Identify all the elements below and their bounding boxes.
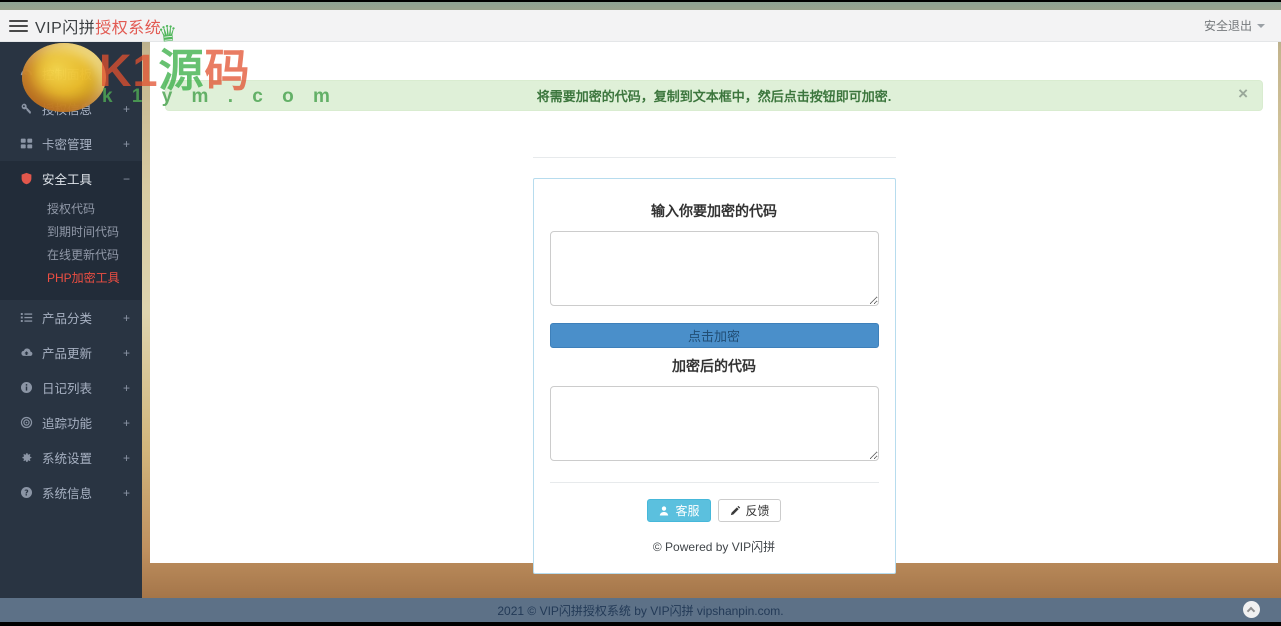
- alert-message: 将需要加密的代码，复制到文本框中，然后点击按钮即可加密.: [536, 89, 892, 104]
- sidebar-item-label: 产品更新: [42, 347, 93, 361]
- card-grid-icon: [19, 137, 33, 151]
- sidebar-item-tracking[interactable]: 追踪功能 +: [0, 405, 142, 440]
- panel-divider: [549, 482, 879, 483]
- output-section-title: 加密后的代码: [672, 358, 756, 374]
- key-icon: [19, 102, 33, 116]
- shield-icon: [19, 172, 33, 186]
- sidebar-item-label: 授权信息: [42, 103, 93, 117]
- powered-by-text: © Powered by VIP闪拼: [652, 540, 776, 554]
- sidebar-item-log-list[interactable]: 日记列表 +: [0, 370, 142, 405]
- sidebar-item-label: 产品分类: [42, 312, 93, 326]
- logout-dropdown[interactable]: 安全退出: [1204, 17, 1265, 34]
- info-circle-icon: [19, 381, 33, 395]
- svg-text:?: ?: [24, 488, 28, 497]
- footer-text: 2021 © VIP闪拼授权系统 by VIP闪拼 vipshanpin.com…: [497, 603, 784, 618]
- sidebar-item-label: 系统设置: [42, 452, 93, 466]
- sidebar-item-system-info[interactable]: ? 系统信息 +: [0, 475, 142, 510]
- footer-bar: 2021 © VIP闪拼授权系统 by VIP闪拼 vipshanpin.com…: [0, 598, 1281, 622]
- brand-primary: VIP闪拼: [35, 19, 96, 37]
- pencil-icon: [730, 505, 740, 515]
- sidebar-item-card-mgmt[interactable]: 卡密管理 +: [0, 126, 142, 161]
- feedback-button[interactable]: 反馈: [717, 499, 781, 522]
- close-icon[interactable]: ×: [1238, 85, 1248, 102]
- sidebar-item-security-tools[interactable]: 安全工具 −: [0, 161, 142, 196]
- sidebar-item-system-settings[interactable]: 系统设置 +: [0, 440, 142, 475]
- sidebar-section-security-tools: 安全工具 − 授权代码 到期时间代码 在线更新代码 PHP加密工具: [0, 161, 142, 300]
- sidebar-subitem-php-encrypt-tool[interactable]: PHP加密工具: [0, 267, 142, 290]
- dashboard-icon: [19, 67, 33, 81]
- input-section-title: 输入你要加密的代码: [651, 203, 777, 219]
- sidebar-item-label: 追踪功能: [42, 417, 93, 431]
- person-icon: [660, 505, 669, 515]
- main-content: 将需要加密的代码，复制到文本框中，然后点击按钮即可加密. × 输入你要加密的代码…: [150, 42, 1278, 574]
- brand-title: VIP闪拼授权系统: [35, 14, 161, 38]
- code-input-textarea[interactable]: [549, 231, 879, 306]
- sidebar-item-label: 控制面板: [42, 68, 93, 82]
- sidebar-item-auth-info[interactable]: 授权信息 +: [0, 91, 142, 126]
- success-alert: 将需要加密的代码，复制到文本框中，然后点击按钮即可加密. ×: [165, 80, 1263, 111]
- bullseye-icon: [19, 416, 33, 430]
- chevron-up-icon: [1246, 606, 1256, 616]
- logout-label: 安全退出: [1203, 19, 1252, 33]
- list-icon: [19, 311, 33, 325]
- sidebar-item-label: 卡密管理: [42, 138, 93, 152]
- back-to-top-button[interactable]: [1243, 601, 1260, 618]
- sidebar-item-label: 系统信息: [42, 487, 93, 501]
- code-output-textarea[interactable]: [549, 386, 879, 461]
- sidebar-subitem-auth-code[interactable]: 授权代码: [0, 198, 142, 221]
- sidebar-subitem-online-update-code[interactable]: 在线更新代码: [0, 244, 142, 267]
- top-navbar: VIP闪拼授权系统 安全退出: [0, 10, 1281, 42]
- brand-secondary: 授权系统: [95, 19, 162, 37]
- sidebar-subitem-expiry-code[interactable]: 到期时间代码: [0, 221, 142, 244]
- sidebar-item-label: 安全工具: [42, 173, 93, 187]
- gear-icon: [19, 451, 33, 465]
- encrypt-tool-column: 输入你要加密的代码 点击加密 加密后的代码 客服 反馈 © Powered by…: [532, 157, 896, 574]
- question-circle-icon: ?: [19, 486, 33, 500]
- sidebar-item-product-category[interactable]: 产品分类 +: [0, 300, 142, 335]
- chevron-down-icon: [1257, 23, 1265, 28]
- encrypt-panel: 输入你要加密的代码 点击加密 加密后的代码 客服 反馈 © Powered by…: [532, 178, 896, 574]
- cloud-upload-icon: [19, 346, 33, 360]
- sidebar-item-dashboard[interactable]: 控制面板: [0, 56, 142, 91]
- sidebar-item-label: 日记列表: [42, 382, 93, 396]
- sidebar-item-product-update[interactable]: 产品更新 +: [0, 335, 142, 370]
- hamburger-menu-icon[interactable]: [9, 17, 28, 35]
- section-divider: [532, 157, 896, 158]
- customer-service-button[interactable]: 客服: [647, 499, 711, 522]
- encrypt-button[interactable]: 点击加密: [549, 323, 879, 348]
- sidebar: 控制面板 授权信息 + 卡密管理 + 安全工具 − 授权代码 到期时间代码 在线…: [0, 42, 142, 598]
